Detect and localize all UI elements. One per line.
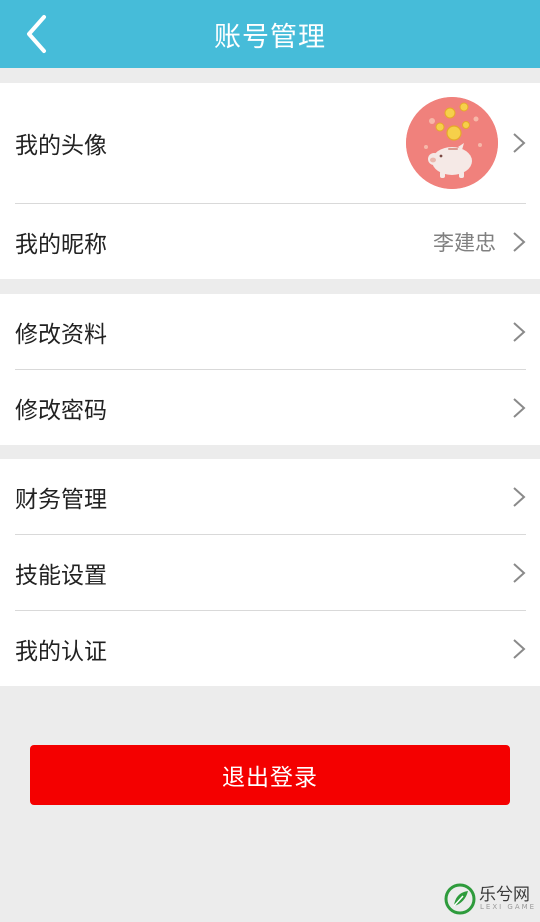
edit-profile-row[interactable]: 修改资料 <box>0 294 540 369</box>
nickname-value: 李建忠 <box>433 230 496 255</box>
avatar-row[interactable]: 我的头像 <box>0 83 540 203</box>
leaf-logo-icon <box>444 883 476 915</box>
change-password-row[interactable]: 修改密码 <box>0 370 540 445</box>
edit-profile-label: 修改资料 <box>15 321 107 348</box>
edit-group: 修改资料 修改密码 <box>0 294 540 445</box>
nickname-row[interactable]: 我的昵称 李建忠 <box>0 204 540 279</box>
chevron-right-icon <box>513 562 526 583</box>
top-bar: 账号管理 <box>0 0 540 68</box>
settings-group: 财务管理 技能设置 我的认证 <box>0 459 540 686</box>
watermark: 乐兮网 LEXI GAME <box>443 876 537 920</box>
nickname-label: 我的昵称 <box>15 231 107 258</box>
piggy-bank-coins-avatar <box>406 97 498 189</box>
watermark-subtext: LEXI GAME <box>480 903 537 911</box>
page-title: 账号管理 <box>214 21 326 53</box>
finance-row[interactable]: 财务管理 <box>0 459 540 534</box>
change-password-label: 修改密码 <box>15 397 107 424</box>
certification-row[interactable]: 我的认证 <box>0 611 540 686</box>
chevron-right-icon <box>513 397 526 418</box>
skill-settings-row[interactable]: 技能设置 <box>0 535 540 610</box>
chevron-right-icon <box>513 321 526 342</box>
avatar[interactable] <box>406 97 498 189</box>
watermark-text: 乐兮网 <box>479 885 530 905</box>
chevron-right-icon <box>513 486 526 507</box>
chevron-right-icon <box>513 133 526 153</box>
certification-label: 我的认证 <box>15 638 107 665</box>
skill-settings-label: 技能设置 <box>15 562 107 589</box>
finance-label: 财务管理 <box>15 486 107 513</box>
profile-group: 我的头像 我的昵称 李建忠 <box>0 83 540 279</box>
avatar-label: 我的头像 <box>15 133 107 159</box>
chevron-right-icon <box>513 231 526 252</box>
logout-button[interactable]: 退出登录 <box>30 745 510 805</box>
chevron-right-icon <box>513 638 526 659</box>
